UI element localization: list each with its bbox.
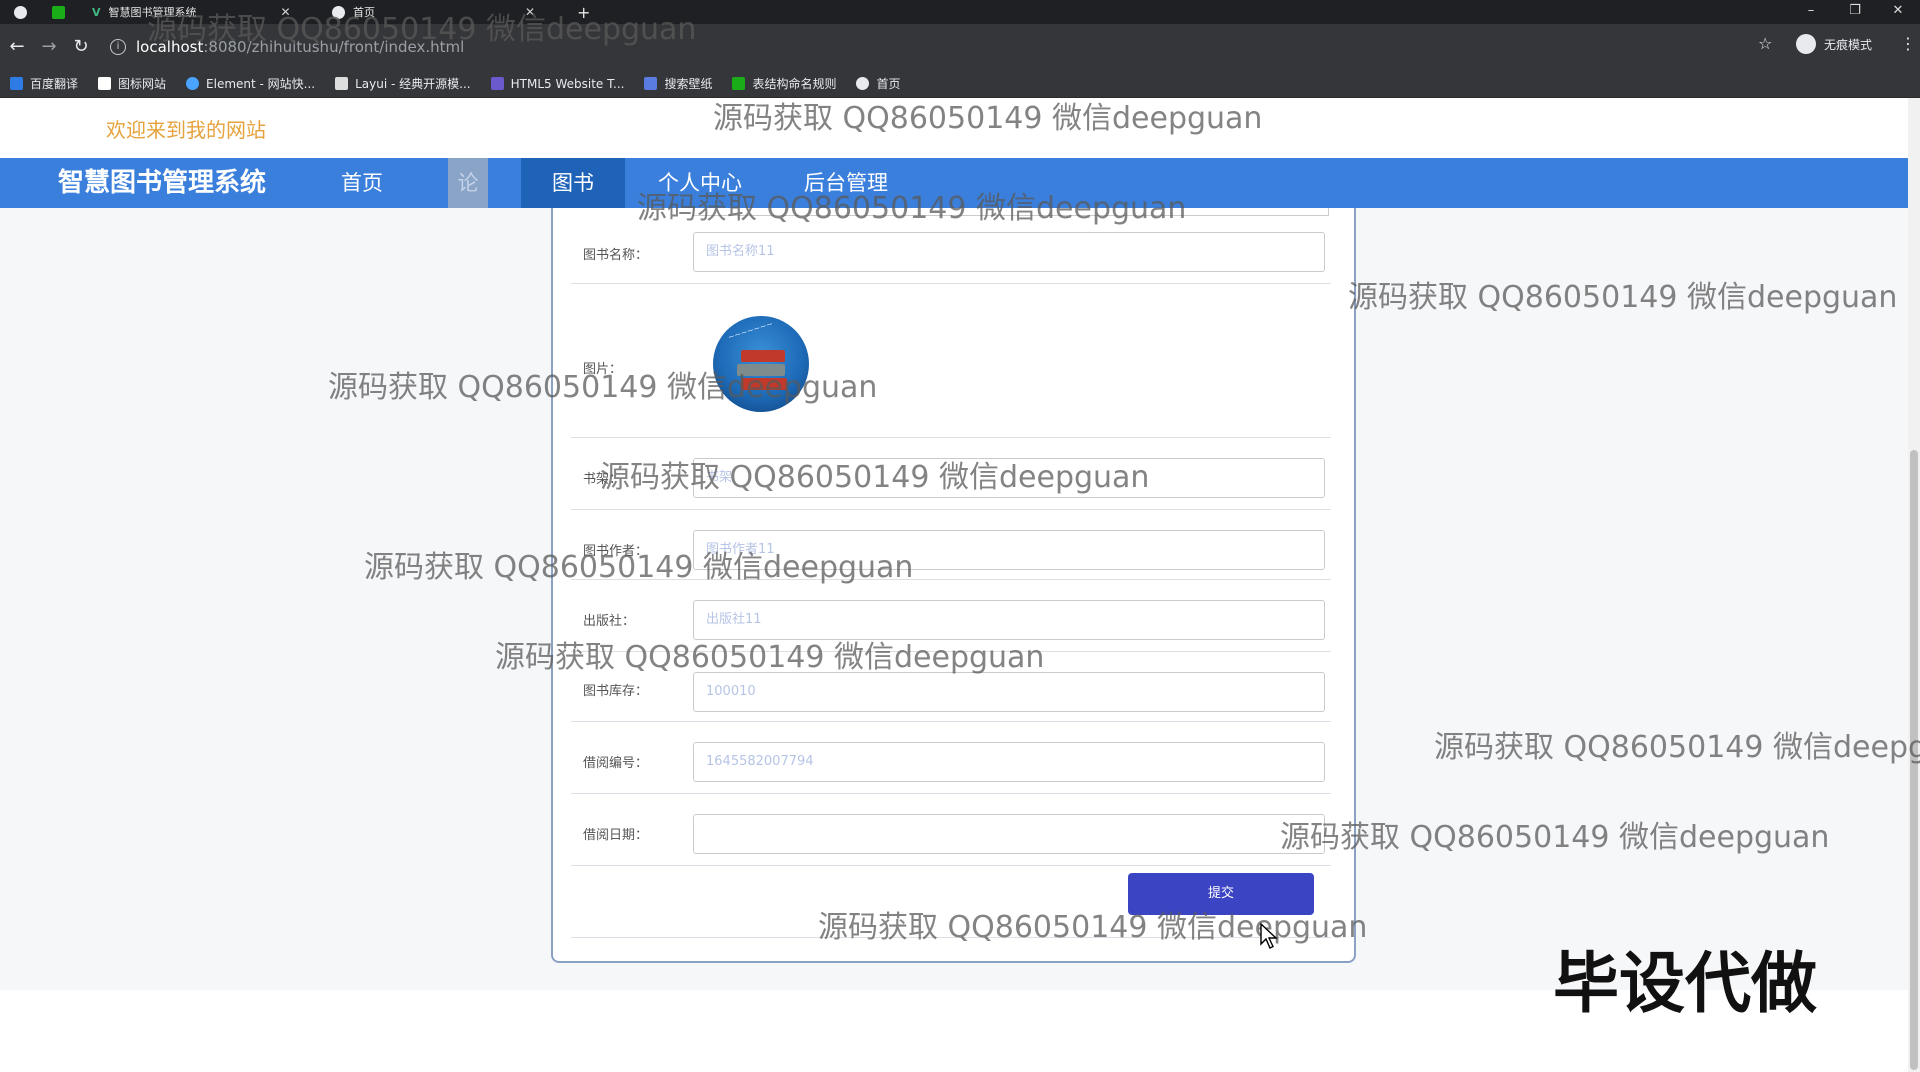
- form-row-stock: 图书库存： 100010: [571, 652, 1331, 722]
- form-row-image: 图片： ~~~~~~~: [571, 284, 1331, 438]
- book-spine: [741, 378, 787, 390]
- borrow-date-input[interactable]: [693, 814, 1325, 854]
- bookmark-label: 表结构命名规则: [752, 77, 837, 91]
- minimize-icon[interactable]: –: [1789, 0, 1833, 24]
- reload-icon[interactable]: ↻: [70, 36, 92, 58]
- form-row-publisher: 出版社： 出版社11: [571, 580, 1331, 652]
- site-nav-bar: 智慧图书管理系统 首页 论坛 图书 个人中心 后台管理: [0, 158, 1908, 245]
- info-icon[interactable]: i: [110, 39, 126, 55]
- field-label: 图书名称：: [583, 248, 649, 263]
- globe-icon: [856, 77, 870, 90]
- forward-icon[interactable]: →: [38, 36, 60, 58]
- incognito-icon: [1796, 34, 1816, 54]
- browser-menu-icon[interactable]: [14, 0, 27, 24]
- bookmark-item[interactable]: 表结构命名规则: [732, 75, 836, 92]
- bookmark-item[interactable]: Layui - 经典开源模...: [335, 75, 471, 92]
- mouse-cursor-icon: [1260, 923, 1278, 949]
- shelf-input[interactable]: 书架: [693, 458, 1325, 498]
- nav-item-forum[interactable]: 论坛: [448, 158, 488, 245]
- bookmarks-bar: 百度翻译 图标网站 Element - 网站快... Layui - 经典开源模…: [0, 70, 1920, 98]
- incognito-profile[interactable]: 无痕模式: [1796, 34, 1872, 54]
- field-label: 书架：: [583, 472, 623, 487]
- bookmark-item[interactable]: Element - 网站快...: [186, 75, 315, 92]
- form-row-borrow-date: 借阅日期：: [571, 794, 1331, 866]
- book-stack-image[interactable]: ~~~~~~~: [713, 316, 809, 412]
- window-close-icon[interactable]: ✕: [1876, 0, 1920, 24]
- bookmark-label: 搜索壁纸: [664, 77, 713, 91]
- form-row-author: 图书作者： 图书作者11: [571, 510, 1331, 580]
- web-page: 欢迎来到我的网站 智慧图书管理系统 首页 论坛 图书 个人中心 后台管理 图书名…: [0, 98, 1920, 1072]
- element-icon: [186, 77, 200, 90]
- nav-item-home[interactable]: 首页: [312, 158, 412, 208]
- bookmark-item[interactable]: 首页: [856, 75, 901, 92]
- bookmark-label: Element - 网站快...: [206, 77, 316, 91]
- scroll-thumb[interactable]: [1910, 450, 1918, 1070]
- nav-item-admin[interactable]: 后台管理: [786, 158, 906, 208]
- profile-label: 无痕模式: [1824, 37, 1873, 52]
- bookmark-star-icon[interactable]: ☆: [1758, 34, 1772, 53]
- publisher-input[interactable]: 出版社11: [693, 600, 1325, 640]
- field-label: 借阅日期：: [583, 828, 649, 843]
- maximize-icon[interactable]: ❐: [1833, 0, 1877, 24]
- layui-icon: [335, 77, 349, 90]
- stock-input[interactable]: 100010: [693, 672, 1325, 712]
- bookmark-item[interactable]: HTML5 Website T...: [490, 76, 625, 91]
- welcome-text: 欢迎来到我的网站: [106, 118, 266, 142]
- table-icon: [732, 77, 746, 90]
- bookmark-label: 百度翻译: [30, 77, 79, 91]
- author-input[interactable]: 图书作者11: [693, 530, 1325, 570]
- tab-title: 首页: [353, 6, 375, 19]
- form-row-borrow-id: 借阅编号： 1645582007794: [571, 722, 1331, 794]
- bookmark-item[interactable]: 搜索壁纸: [644, 75, 712, 92]
- wallpaper-icon: [644, 77, 658, 90]
- site-brand: 智慧图书管理系统: [58, 168, 267, 198]
- flag-icon: [98, 77, 112, 90]
- book-spine: [737, 364, 785, 376]
- form-row-shelf: 书架： 书架: [571, 438, 1331, 510]
- more-menu-icon[interactable]: ⋮: [1900, 34, 1916, 53]
- previous-input-edge: [693, 208, 1329, 216]
- tab-home[interactable]: 首页 ✕: [332, 0, 554, 24]
- tab-close-icon[interactable]: ✕: [525, 5, 535, 19]
- tab-close-icon[interactable]: ✕: [281, 5, 291, 19]
- bookmark-item[interactable]: 百度翻译: [10, 75, 78, 92]
- nav-item-personal-center[interactable]: 个人中心: [640, 158, 760, 208]
- bookmark-label: Layui - 经典开源模...: [355, 77, 471, 91]
- bookmark-label: 首页: [876, 77, 901, 91]
- globe-icon: [332, 5, 345, 19]
- address-bar[interactable]: i localhost :8080/zhihuitushu/front/inde…: [110, 30, 1760, 64]
- bookmark-label: HTML5 Website T...: [510, 76, 625, 91]
- vue-icon: V: [92, 5, 101, 19]
- submit-button[interactable]: 提交: [1128, 873, 1314, 915]
- book-name-input[interactable]: 图书名称11: [693, 232, 1325, 272]
- book-form-card: 图书名称： 图书名称11 图片： ~~~~~~~ 书架： 书架 图书作者： 图书…: [551, 208, 1356, 963]
- url-host: localhost: [136, 38, 204, 56]
- translate-icon: [10, 77, 23, 90]
- app-icon[interactable]: [52, 0, 65, 24]
- field-label: 图书库存：: [583, 684, 649, 699]
- book-spine: [741, 350, 785, 362]
- bookmark-label: 图标网站: [118, 77, 167, 91]
- back-icon[interactable]: ←: [6, 36, 28, 58]
- promo-tag: 毕设代做: [1553, 945, 1817, 1022]
- nav-item-books[interactable]: 图书: [521, 158, 625, 208]
- browser-toolbar: ← → ↻ i localhost :8080/zhihuitushu/fron…: [0, 24, 1920, 70]
- page-scrollbar[interactable]: [1908, 98, 1920, 1072]
- browser-tab-strip: V 智慧图书管理系统 ✕ 首页 ✕ + – ❐ ✕: [0, 0, 1920, 24]
- new-tab-button[interactable]: +: [577, 0, 590, 24]
- field-label: 借阅编号：: [583, 756, 649, 771]
- tab-title: 智慧图书管理系统: [108, 6, 197, 19]
- field-label: 出版社：: [583, 614, 636, 629]
- tab-library-system[interactable]: V 智慧图书管理系统 ✕: [92, 0, 312, 24]
- form-row-book-name: 图书名称： 图书名称11: [571, 216, 1331, 284]
- url-path: :8080/zhihuitushu/front/index.html: [203, 38, 465, 56]
- image-ring-decoration: ~~~~~~~: [726, 318, 775, 343]
- field-label: 图书作者：: [583, 544, 649, 559]
- bookmark-item[interactable]: 图标网站: [98, 75, 166, 92]
- field-label: 图片：: [583, 362, 623, 377]
- html5-icon: [490, 77, 504, 90]
- borrow-id-input[interactable]: 1645582007794: [693, 742, 1325, 782]
